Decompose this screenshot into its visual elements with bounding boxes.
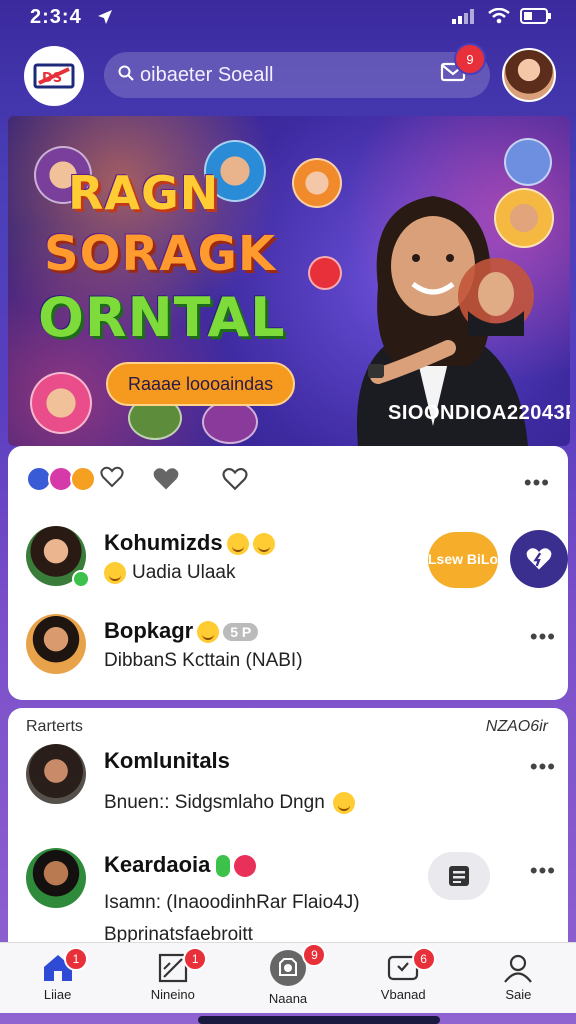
action-pill-button[interactable]: Lsew BiLo [428, 532, 498, 588]
nav-item-profile[interactable]: Saie [461, 943, 576, 1013]
contact-name: Kohumizds [104, 530, 275, 556]
heart-bolt-icon [526, 548, 552, 570]
user-avatar[interactable] [502, 48, 556, 102]
reaction-bar [26, 466, 248, 492]
more-options-icon[interactable]: ••• [530, 754, 556, 780]
heart-action-button[interactable] [510, 530, 568, 588]
contact-name: Komlunitals [104, 748, 230, 773]
section-header: Rarterts [26, 718, 83, 735]
banner-code: SIOONDIOA22043R [388, 402, 570, 424]
smile-emoji-icon [197, 621, 220, 644]
list-item[interactable]: Komlunitals Bnuen:: Sidgsmlaho Dngn ••• [26, 744, 556, 814]
heart-filled-icon[interactable] [152, 466, 180, 492]
avatar[interactable] [26, 614, 86, 674]
promo-banner[interactable]: RAGN SORAGK ORNTAL Raaae loooaindas SIOO… [8, 116, 570, 446]
banner-title-line1: RAGN [68, 166, 220, 220]
list-item[interactable]: Kohumizds Uadia Ulaak Lsew BiLo [26, 526, 568, 596]
search-bar[interactable]: oibaeter Soeall 9 [104, 43, 490, 98]
search-icon [118, 64, 134, 87]
online-indicator-icon [72, 570, 90, 588]
list-item[interactable]: Bopkagr 5 P DibbanS Kcttain (NABI) ••• [26, 614, 556, 684]
contact-name: Bopkagr 5 P [104, 618, 259, 644]
signal-icon [452, 9, 474, 24]
mail-badge: 9 [454, 43, 486, 75]
avatar[interactable] [26, 744, 86, 804]
nav-label: Vbanad [380, 987, 426, 1002]
smile-emoji-icon [332, 792, 355, 814]
nav-badge: 1 [64, 947, 88, 971]
nav-label: Naana [268, 991, 308, 1006]
red-tag-icon [234, 855, 257, 878]
status-bar: 2:3:4 [0, 0, 576, 36]
document-button[interactable] [428, 852, 490, 900]
nav-item-edit[interactable]: 1 Nineino [115, 943, 230, 1013]
banner-title-line3: ORNTAL [38, 286, 286, 349]
more-options-icon[interactable]: ••• [530, 624, 556, 650]
app-logo[interactable]: DS [24, 46, 84, 106]
battery-icon [520, 8, 551, 24]
heart-outline-icon[interactable] [100, 466, 124, 488]
smile-emoji-icon [104, 562, 126, 584]
banner-title-line2: SORAGK [44, 226, 277, 282]
nav-label: Saie [505, 987, 532, 1002]
section-timestamp: NZAO6ir [485, 718, 548, 735]
heart-icon[interactable] [222, 467, 248, 491]
feed-card: ••• Kohumizds Uadia Ulaak Lsew BiLo Bopk… [8, 446, 568, 700]
search-input[interactable]: oibaeter Soeall [140, 64, 440, 87]
contact-subtitle: Isamn: (InaoodinhRar Flaio4J) [104, 892, 360, 913]
contact-subtitle: Uadia Ulaak [104, 562, 236, 584]
contact-name: Keardaoia [104, 852, 257, 878]
reaction-orange-icon[interactable] [70, 466, 96, 492]
camera-icon [270, 950, 306, 986]
status-badge: 5 P [223, 623, 259, 642]
contact-subtitle: DibbanS Kcttain (NABI) [104, 650, 303, 671]
list-item[interactable]: Keardaoia Isamn: (InaoodinhRar Flaio4J) … [26, 848, 556, 918]
location-icon [96, 8, 114, 29]
bottom-navigation: 1 Liiae 1 Nineino 9 Naana 6 Vbanad Saie [0, 942, 576, 1013]
nav-label: Nineino [150, 987, 195, 1002]
banner-cta-button[interactable]: Raaae loooaindas [106, 362, 296, 406]
smile-emoji-icon [252, 533, 275, 556]
svg-text:DS: DS [42, 71, 62, 86]
nav-badge: 6 [411, 947, 436, 971]
avatar[interactable] [26, 848, 86, 908]
more-options-icon[interactable]: ••• [530, 858, 556, 884]
mail-button[interactable]: 9 [440, 43, 486, 89]
nav-badge: 9 [302, 943, 327, 967]
reaction-icons [26, 466, 124, 492]
nav-badge: 1 [183, 947, 208, 971]
wifi-icon [488, 8, 510, 24]
nav-item-watch[interactable]: 6 Vbanad [346, 943, 461, 1013]
home-indicator [198, 1016, 440, 1024]
contact-subtitle: Bnuen:: Sidgsmlaho Dngn [104, 792, 355, 814]
nav-item-camera[interactable]: 9 Naana [230, 943, 345, 1013]
nav-label: Liiae [43, 987, 72, 1002]
status-time: 2:3:4 [30, 6, 82, 28]
nav-item-home[interactable]: 1 Liiae [0, 943, 115, 1013]
feed-card: Rarterts NZAO6ir Komlunitals Bnuen:: Sid… [8, 708, 568, 948]
status-icons [452, 8, 552, 24]
profile-icon [504, 954, 533, 983]
smile-emoji-icon [226, 533, 249, 556]
document-icon [449, 866, 469, 886]
more-options-icon[interactable]: ••• [524, 470, 550, 496]
banner-bubble [202, 400, 258, 444]
banner-bubble [30, 372, 92, 434]
logo-icon: DS [33, 63, 75, 89]
green-tag-icon [216, 855, 231, 878]
app-header: DS oibaeter Soeall 9 [0, 40, 576, 112]
